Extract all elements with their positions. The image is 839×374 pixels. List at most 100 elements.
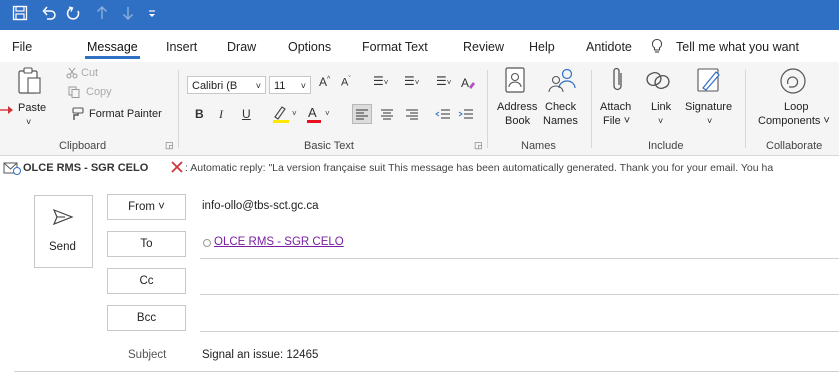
ribbon-tabs: File Message Insert Draw Options Format … [0,30,839,62]
send-icon [52,208,74,226]
font-size-value: 11 [274,80,286,92]
cc-button[interactable]: Cc [107,268,186,294]
grow-font-icon[interactable]: A^ [319,75,330,89]
paste-dropdown-icon[interactable]: ˅ [26,117,31,127]
cut-icon[interactable] [66,67,78,79]
loop-components-label-2[interactable]: Components ˅ [758,115,830,128]
numbering-icon[interactable]: ☰˅ [404,74,419,88]
link-label[interactable]: Link [651,101,671,114]
clear-formatting-icon[interactable]: A [460,75,476,91]
check-names-icon[interactable] [547,66,577,94]
up-arrow-icon[interactable] [96,5,108,21]
collaborate-group-label: Collaborate [766,140,823,152]
tab-format-text[interactable]: Format Text [362,40,428,54]
cc-input[interactable] [200,268,839,294]
bold-button[interactable]: B [195,107,204,121]
link-icon[interactable] [645,70,671,90]
down-arrow-icon[interactable] [122,5,134,21]
subject-input[interactable]: Signal an issue: 12465 [202,349,318,361]
from-button[interactable]: From ˅ [107,194,186,220]
bullet-style-icon[interactable]: ☰˅ [436,74,451,88]
clipboard-group-label: Clipboard [59,140,107,152]
bcc-button[interactable]: Bcc [107,305,186,331]
copy-icon[interactable] [68,86,80,98]
tab-antidote[interactable]: Antidote [586,40,632,54]
shrink-font-icon[interactable]: Aˇ [341,76,351,89]
tab-help[interactable]: Help [529,40,555,54]
divider [745,70,746,148]
loop-components-label-1[interactable]: Loop [784,101,808,114]
bcc-input[interactable] [200,305,839,331]
subject-label: Subject [128,349,167,361]
format-painter-button[interactable]: Format Painter [89,108,162,120]
include-group-label: Include [648,140,684,152]
tab-file[interactable]: File [12,40,32,54]
svg-text:˅: ˅ [292,109,297,118]
align-center-button[interactable] [378,105,396,123]
attach-file-label-1[interactable]: Attach [600,101,631,114]
underline-button[interactable]: U [242,107,251,121]
bullets-icon[interactable]: ☰˅ [373,74,388,88]
subject-underline [14,371,839,372]
check-names-label-2[interactable]: Names [543,115,578,128]
save-icon[interactable] [12,5,28,21]
svg-text:˅: ˅ [325,109,330,118]
compose-header: Send From ˅ info-ollo@tbs-sct.gc.ca To O… [0,180,839,374]
send-button[interactable]: Send [34,195,93,268]
paste-icon[interactable] [16,66,42,96]
tab-review[interactable]: Review [463,40,504,54]
loop-components-icon[interactable] [779,67,807,95]
svg-text:A: A [308,105,317,120]
mailtip-bar: OLCE RMS - SGR CELO : Automatic reply: "… [0,158,839,180]
svg-text:A: A [461,76,469,90]
mailtip-icon [3,161,21,175]
address-book-label-2[interactable]: Book [505,115,530,128]
divider [487,70,488,148]
increase-indent-icon[interactable] [457,105,475,123]
basic-text-launcher-icon[interactable]: ◲ [474,140,483,151]
recipient-status-icon [202,238,212,248]
italic-button[interactable]: I [219,107,223,122]
font-color-icon[interactable]: A ˅ [305,104,333,124]
signature-dropdown-icon[interactable]: ˅ [707,115,712,128]
signature-icon[interactable] [695,66,723,94]
remove-mailtip-recipient-icon[interactable] [170,159,184,175]
format-painter-icon[interactable] [68,107,84,121]
redo-icon[interactable] [66,5,82,21]
customize-qat-icon[interactable] [147,5,157,21]
address-book-icon[interactable] [503,66,527,94]
red-arrow-icon [0,104,14,116]
paste-button[interactable]: Paste [18,102,46,114]
ribbon: Paste ˅ Cut Copy Format Painter Clipboar… [0,62,839,156]
basic-text-group-label: Basic Text [304,140,354,152]
address-book-label-1[interactable]: Address [497,101,537,114]
check-names-label-1[interactable]: Check [545,101,576,114]
undo-icon[interactable] [41,5,57,21]
align-left-button[interactable] [352,104,372,124]
link-dropdown-icon[interactable]: ˅ [658,115,663,128]
tab-insert[interactable]: Insert [166,40,197,54]
tab-message[interactable]: Message [85,40,140,59]
attach-file-label-2[interactable]: File ˅ [603,115,630,128]
font-name-dropdown[interactable]: Calibri (B ˅ [187,76,266,94]
align-right-button[interactable] [403,105,421,123]
tab-draw[interactable]: Draw [227,40,256,54]
from-value: info-ollo@tbs-sct.gc.ca [202,200,319,212]
signature-label[interactable]: Signature [685,101,732,114]
clipboard-launcher-icon[interactable]: ◲ [165,140,174,151]
lightbulb-icon[interactable] [650,38,664,54]
highlight-icon[interactable]: ˅ [271,104,299,124]
font-name-value: Calibri (B [192,80,238,92]
tab-options[interactable]: Options [288,40,331,54]
to-recipient-link[interactable]: OLCE RMS - SGR CELO [214,236,344,248]
decrease-indent-icon[interactable] [434,105,452,123]
cut-button[interactable]: Cut [81,67,98,79]
divider [591,70,592,148]
font-size-dropdown[interactable]: 11 ˅ [269,76,311,94]
mailtip-recipient: OLCE RMS - SGR CELO [23,162,149,174]
chevron-down-icon: ˅ [300,81,306,91]
tell-me-search[interactable]: Tell me what you want [676,40,799,54]
to-button[interactable]: To [107,231,186,257]
copy-button[interactable]: Copy [86,86,112,98]
attach-file-icon[interactable] [610,66,626,94]
